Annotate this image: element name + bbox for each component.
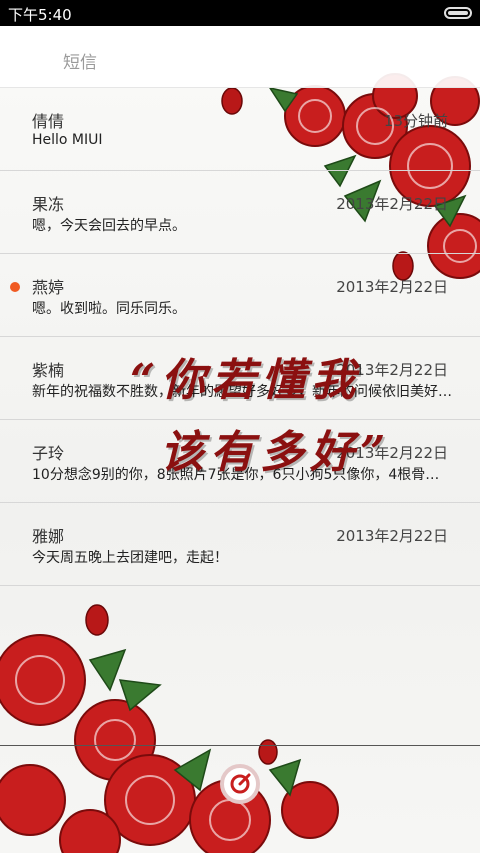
wallpaper-caption-line1: “你若懂我 [130,355,362,406]
message-preview: Hello MIUI [32,132,103,148]
message-list: 倩倩 Hello MIUI 13分钟前 果冻 嗯，今天会回去的早点。 2013年… [0,88,480,586]
message-time: 13分钟前 [383,112,448,130]
compose-button[interactable] [220,764,260,804]
tab-sms[interactable]: 短信 [20,48,140,73]
tab-favorites[interactable]: 收藏 [180,48,300,73]
message-time: 2013年2月22日 [336,527,448,545]
message-time: 2013年2月22日 [336,278,448,296]
bottom-bar [0,745,480,853]
status-bar: 下午5:40 [0,0,480,26]
list-item[interactable]: 燕婷 嗯。收到啦。同乐同乐。 2013年2月22日 [0,254,480,337]
status-time: 下午5:40 [8,6,72,24]
message-preview: 今天周五晚上去团建吧，走起！ [32,550,228,566]
compose-icon [230,773,251,794]
tab-bar: 短信 收藏 通话 [0,26,480,88]
contact-name: 倩倩 [32,112,65,131]
list-item[interactable]: 倩倩 Hello MIUI 13分钟前 [0,88,480,171]
contact-name: 紫楠 [32,361,65,380]
message-time: 2013年2月22日 [336,195,448,213]
contact-name: 果冻 [32,195,65,214]
contact-name: 燕婷 [32,278,65,297]
list-item[interactable]: 果冻 嗯，今天会回去的早点。 2013年2月22日 [0,171,480,254]
unread-indicator [10,282,20,292]
message-preview: 嗯。收到啦。同乐同乐。 [32,301,186,317]
tab-calls[interactable]: 通话 [340,48,460,73]
battery-icon [444,7,472,19]
contact-name: 雅娜 [32,527,65,546]
message-preview: 嗯，今天会回去的早点。 [32,218,186,234]
list-item[interactable]: 雅娜 今天周五晚上去团建吧，走起！ 2013年2月22日 [0,503,480,586]
contact-name: 子玲 [32,444,65,463]
wallpaper-caption-line2: 该有多好” [160,427,392,478]
